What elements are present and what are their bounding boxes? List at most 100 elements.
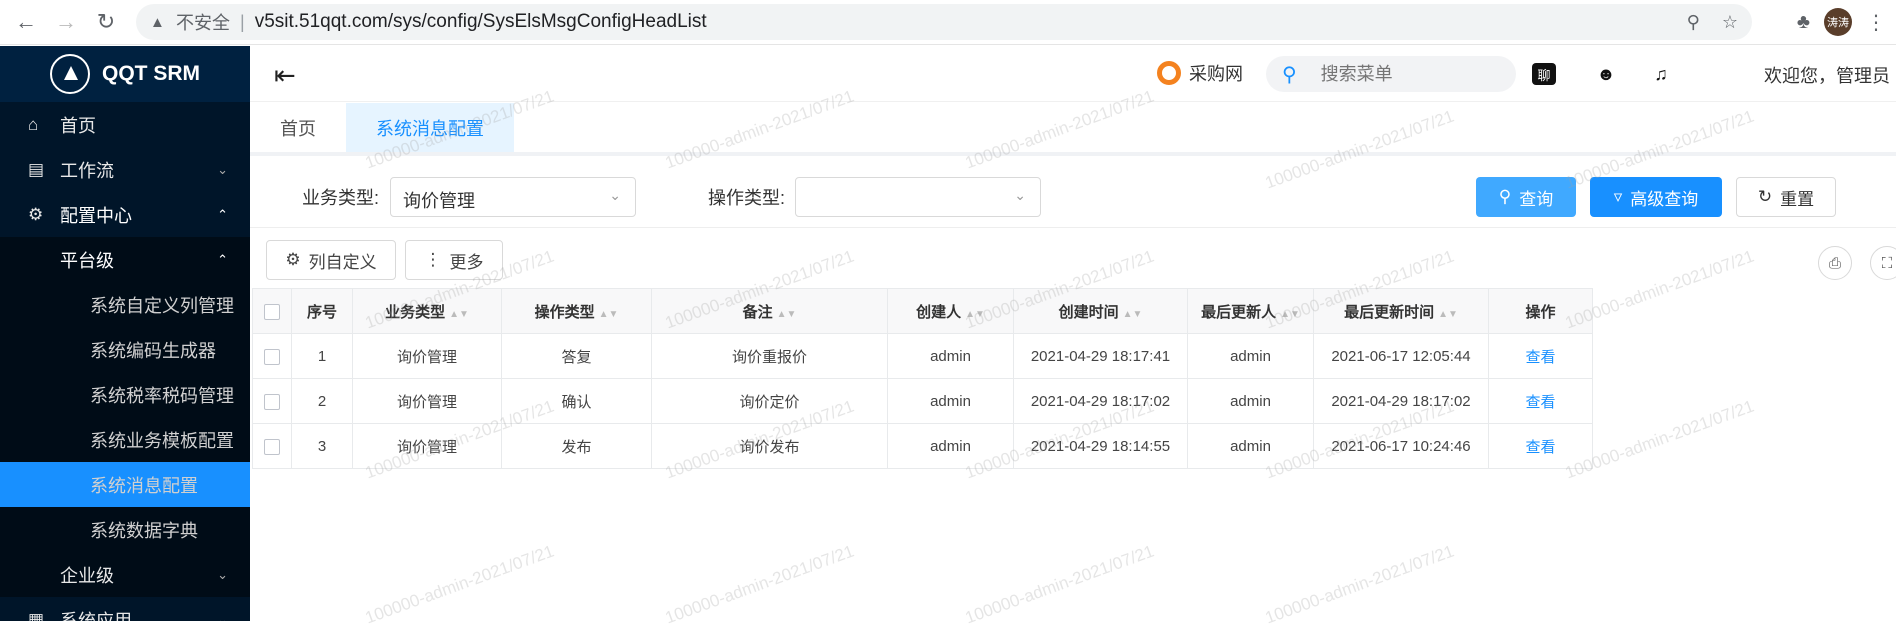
menu-fold-icon[interactable]: ⇤ — [274, 60, 296, 91]
query-button-label: 查询 — [1519, 189, 1554, 209]
sidebar-item-system-apps[interactable]: ▦ 系统应用 ⌄ — [0, 597, 250, 622]
support-icon[interactable]: ☻ — [1592, 60, 1620, 88]
sort-icon[interactable]: ▲▼ — [599, 309, 619, 320]
column-header[interactable]: 最后更新时间 ▲▼ — [1313, 288, 1489, 334]
chevron-down-icon: ⌄ — [609, 187, 621, 203]
address-bar[interactable]: ▲ 不安全 | v5sit.51qqt.com/sys/config/SysEl… — [136, 4, 1752, 40]
column-header[interactable]: 创建时间 ▲▼ — [1013, 288, 1188, 334]
sidebar-item-tax-codes[interactable]: 系统税率税码管理 — [0, 372, 250, 417]
forward-arrow-icon[interactable]: → — [52, 8, 80, 36]
procurement-brand[interactable]: 采购网 — [1157, 60, 1243, 86]
table-cell: 答复 — [501, 333, 652, 379]
home-icon: ⌂ — [28, 114, 39, 134]
select-all-cell[interactable] — [252, 288, 292, 334]
advanced-query-button[interactable]: ▿ 高级查询 — [1590, 177, 1722, 217]
row-checkbox[interactable] — [264, 438, 280, 455]
table-cell: 询价发布 — [651, 423, 888, 469]
insecure-label: 不安全 — [176, 13, 230, 33]
search-icon: ⚲ — [1498, 187, 1512, 206]
view-link[interactable]: 查看 — [1488, 333, 1593, 379]
chat-icon-button[interactable]: 聊 — [1530, 60, 1558, 88]
row-select-cell[interactable] — [252, 378, 292, 424]
chevron-up-icon: ⌃ — [217, 251, 228, 267]
operation-type-select[interactable]: ⌄ — [795, 177, 1041, 217]
profile-avatar[interactable]: 涛涛 — [1824, 8, 1852, 36]
sidebar-item-config-center[interactable]: ⚙ 配置中心 ⌃ — [0, 192, 250, 237]
welcome-text[interactable]: 欢迎您，管理员 — [1764, 62, 1890, 88]
select-all-checkbox[interactable] — [264, 303, 280, 320]
table-cell: admin — [887, 423, 1014, 469]
sidebar-item-message-config[interactable]: 系统消息配置 — [0, 462, 250, 507]
business-type-select[interactable]: 询价管理 ⌄ — [390, 177, 636, 217]
menu-search[interactable]: ⚲ — [1266, 56, 1516, 92]
print-icon[interactable]: ⎙ — [1818, 246, 1852, 280]
filter-icon: ▿ — [1613, 187, 1623, 206]
brand-label: 采购网 — [1189, 64, 1243, 84]
sidebar-item-business-templates[interactable]: 系统业务模板配置 — [0, 417, 250, 462]
table-cell: admin — [1187, 378, 1314, 424]
view-link[interactable]: 查看 — [1488, 378, 1593, 424]
row-checkbox[interactable] — [264, 393, 280, 410]
sidebar-item-platform-level[interactable]: 平台级 ⌃ — [0, 237, 250, 282]
sidebar-item-code-generator[interactable]: 系统编码生成器 — [0, 327, 250, 372]
reset-button[interactable]: ↻ 重置 — [1736, 177, 1836, 217]
watermark: 100000-admin-2021/07/21 — [962, 541, 1157, 628]
sidebar-item-custom-columns[interactable]: 系统自定义列管理 — [0, 282, 250, 327]
back-arrow-icon[interactable]: ← — [12, 8, 40, 36]
column-header: 序号 — [291, 288, 353, 334]
more-button[interactable]: ⋮ 更多 — [405, 240, 503, 280]
extension-icon[interactable]: ♣ — [1797, 11, 1810, 34]
sort-icon[interactable]: ▲▼ — [449, 309, 469, 320]
column-header[interactable]: 最后更新人 ▲▼ — [1187, 288, 1314, 334]
table-cell: 2021-06-17 12:05:44 — [1313, 333, 1489, 379]
more-menu-icon[interactable]: ⋮ — [1866, 10, 1886, 35]
advanced-query-label: 高级查询 — [1630, 189, 1699, 209]
sidebar-item-workflow[interactable]: ▤ 工作流 ⌄ — [0, 147, 250, 192]
column-custom-button[interactable]: ⚙ 列自定义 — [266, 240, 396, 280]
sort-icon[interactable]: ▲▼ — [777, 309, 797, 320]
operation-type-label: 操作类型: — [708, 188, 786, 208]
logo-icon — [50, 54, 90, 94]
tab-home[interactable]: 首页 — [250, 103, 346, 152]
sidebar-item-home[interactable]: ⌂ 首页 — [0, 102, 250, 147]
key-icon[interactable]: ⚲ — [1687, 12, 1700, 33]
fullscreen-icon[interactable]: ⛶ — [1870, 246, 1896, 280]
reload-icon[interactable]: ↻ — [92, 8, 120, 36]
chat-icon: 聊 — [1532, 63, 1556, 85]
sort-icon[interactable]: ▲▼ — [1280, 309, 1300, 320]
sort-icon[interactable]: ▲▼ — [965, 309, 985, 320]
sidebar-item-data-dictionary[interactable]: 系统数据字典 — [0, 507, 250, 552]
column-header[interactable]: 创建人 ▲▼ — [887, 288, 1014, 334]
column-header[interactable]: 业务类型 ▲▼ — [352, 288, 502, 334]
row-select-cell[interactable] — [252, 423, 292, 469]
brand-logo[interactable]: QQT SRM — [0, 46, 250, 102]
table-cell: admin — [1187, 333, 1314, 379]
reset-icon: ↻ — [1757, 187, 1773, 206]
star-icon[interactable]: ☆ — [1722, 12, 1738, 33]
sort-icon[interactable]: ▲▼ — [1123, 309, 1143, 320]
sidebar-item-enterprise-level[interactable]: 企业级 ⌄ — [0, 552, 250, 597]
table-row[interactable]: 2 询价管理 确认 询价定价 admin 2021-04-29 18:17:02… — [252, 378, 1593, 424]
bell-icon[interactable]: ♫ — [1647, 60, 1675, 88]
table-row[interactable]: 1 询价管理 答复 询价重报价 admin 2021-04-29 18:17:4… — [252, 333, 1593, 379]
table-row[interactable]: 3 询价管理 发布 询价发布 admin 2021-04-29 18:14:55… — [252, 423, 1593, 469]
column-header[interactable]: 备注 ▲▼ — [651, 288, 888, 334]
column-header[interactable]: 操作类型 ▲▼ — [501, 288, 652, 334]
tab-message-config[interactable]: 系统消息配置 — [346, 103, 514, 152]
url-text[interactable]: v5sit.51qqt.com/sys/config/SysElsMsgConf… — [255, 11, 707, 33]
row-checkbox[interactable] — [264, 348, 280, 365]
brand-ring-icon — [1157, 61, 1181, 85]
table-cell: 2021-04-29 18:17:41 — [1013, 333, 1188, 379]
query-button[interactable]: ⚲ 查询 — [1476, 177, 1576, 217]
sidebar-item-label: 系统编码生成器 — [90, 340, 216, 361]
table-toolbar: ⚙ 列自定义 ⋮ 更多 ⎙ ⛶ — [250, 240, 1896, 286]
sort-icon[interactable]: ▲▼ — [1438, 309, 1458, 320]
browser-toolbar: ← → ↻ ▲ 不安全 | v5sit.51qqt.com/sys/config… — [0, 0, 1896, 45]
table-cell: 询价定价 — [651, 378, 888, 424]
search-icon: ⚲ — [1282, 63, 1297, 86]
search-input[interactable] — [1320, 63, 1481, 85]
view-link[interactable]: 查看 — [1488, 423, 1593, 469]
sidebar-item-label: 系统应用 — [60, 610, 132, 622]
row-select-cell[interactable] — [252, 333, 292, 379]
message-config-table: 序号 业务类型 ▲▼ 操作类型 ▲▼ 备注 ▲▼ 创建人 ▲▼ 创建时间 ▲▼ 最后更新人… — [252, 288, 1593, 469]
